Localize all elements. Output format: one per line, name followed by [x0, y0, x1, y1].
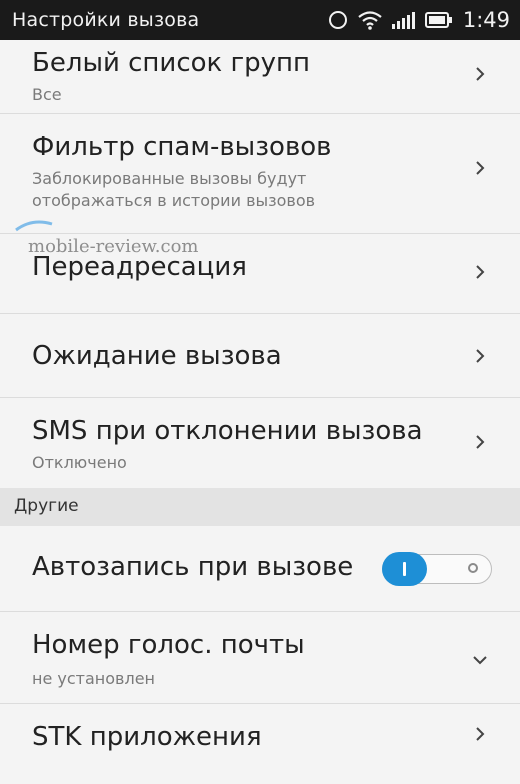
- row-white-list[interactable]: Белый список групп Все: [0, 40, 520, 114]
- auto-record-toggle[interactable]: [382, 552, 492, 586]
- row-spam-filter[interactable]: Фильтр спам-вызовов Заблокированные вызо…: [0, 114, 520, 234]
- signal-icon: [391, 12, 415, 29]
- row-subtitle: Все: [32, 85, 62, 104]
- chevron-down-icon: [472, 652, 488, 668]
- chevron-right-icon: [472, 264, 488, 280]
- toggle-knob: [382, 552, 427, 586]
- status-bar: Настройки вызова 1:49: [0, 0, 520, 40]
- chevron-right-icon: [472, 726, 488, 742]
- row-sms-reject[interactable]: SMS при отклонении вызова Отключено: [0, 398, 520, 488]
- section-label: Другие: [14, 496, 79, 516]
- row-title: Номер голос. почты: [32, 630, 305, 660]
- status-icons: 1:49: [327, 8, 510, 32]
- alarm-icon: [328, 11, 347, 29]
- row-voicemail-number[interactable]: Номер голос. почты не установлен: [0, 612, 520, 704]
- row-title: Фильтр спам-вызовов: [32, 132, 332, 162]
- row-title: SMS при отклонении вызова: [32, 416, 423, 446]
- row-subtitle: Отключено: [32, 453, 127, 472]
- status-bar-title: Настройки вызова: [12, 9, 200, 31]
- row-title: Переадресация: [32, 252, 247, 282]
- watermark-swoosh-icon: [15, 220, 53, 232]
- row-title: Автозапись при вызове: [32, 552, 354, 582]
- row-title: Белый список групп: [32, 48, 311, 78]
- row-stk-apps[interactable]: STK приложения: [0, 704, 520, 784]
- chevron-right-icon: [472, 348, 488, 364]
- row-title: Ожидание вызова: [32, 341, 282, 371]
- row-subtitle-line1: Заблокированные вызовы будут: [32, 169, 307, 188]
- status-time: 1:49: [462, 8, 510, 32]
- row-forwarding[interactable]: Переадресация: [0, 234, 520, 314]
- row-call-waiting[interactable]: Ожидание вызова: [0, 314, 520, 398]
- row-auto-record[interactable]: Автозапись при вызове: [0, 526, 520, 612]
- row-subtitle-line2: отображаться в истории вызовов: [32, 191, 316, 210]
- row-title: STK приложения: [32, 722, 262, 752]
- chevron-right-icon: [472, 160, 488, 176]
- battery-icon: [424, 12, 452, 28]
- chevron-right-icon: [472, 66, 488, 82]
- wifi-icon: [358, 11, 382, 30]
- section-header-other: Другие: [0, 488, 520, 526]
- settings-list: Белый список групп Все Фильтр спам-вызов…: [0, 40, 520, 784]
- toggle-off-icon: [468, 563, 478, 573]
- chevron-right-icon: [472, 434, 488, 450]
- row-subtitle: не установлен: [32, 669, 155, 688]
